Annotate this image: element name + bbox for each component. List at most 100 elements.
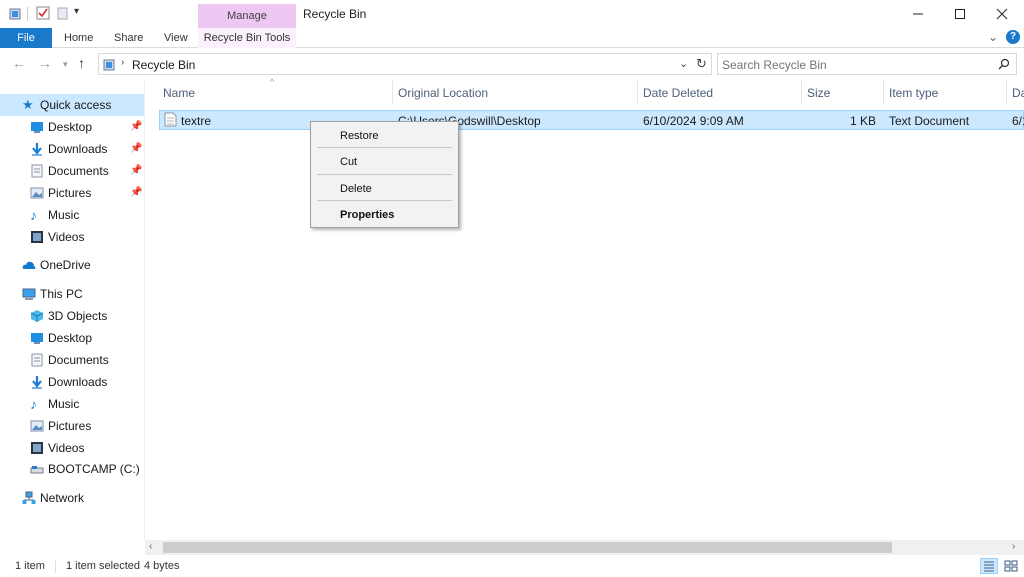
- address-bar[interactable]: › Recycle Bin ⌄ ↻: [98, 53, 712, 75]
- sidebar-item-this-pc[interactable]: This PC: [22, 284, 83, 304]
- pin-icon[interactable]: 📌: [130, 165, 142, 176]
- file-date-modified: 6/1: [1012, 114, 1024, 128]
- minimize-icon[interactable]: [896, 0, 940, 28]
- scroll-left-icon[interactable]: ‹: [149, 541, 152, 552]
- sidebar-item-pc-videos[interactable]: Videos: [30, 438, 84, 458]
- search-input[interactable]: [722, 57, 992, 72]
- column-header-name[interactable]: Name: [163, 86, 195, 100]
- column-header-size[interactable]: Size: [807, 86, 830, 100]
- music-note-icon: ♪: [30, 396, 37, 412]
- properties-check-icon[interactable]: [36, 6, 50, 20]
- sidebar-item-label: BOOTCAMP (C:): [48, 462, 140, 476]
- sidebar-item-label: This PC: [40, 287, 83, 301]
- pin-icon[interactable]: 📌: [130, 187, 142, 198]
- sidebar-item-3d-objects[interactable]: 3D Objects: [30, 306, 107, 326]
- recent-locations-icon[interactable]: ▾: [63, 59, 68, 70]
- delete-menu-item[interactable]: Delete: [340, 183, 372, 195]
- refresh-icon[interactable]: ↻: [696, 56, 707, 72]
- sidebar-item-onedrive[interactable]: OneDrive: [22, 255, 91, 275]
- music-note-icon: ♪: [30, 207, 37, 223]
- qa-customize-icon[interactable]: ▾: [74, 6, 79, 17]
- scroll-right-icon[interactable]: ›: [1012, 541, 1015, 552]
- column-header-date-deleted[interactable]: Date Deleted: [643, 86, 713, 100]
- column-divider[interactable]: [637, 80, 638, 104]
- sidebar-item-downloads[interactable]: Downloads: [30, 139, 107, 159]
- file-size: 1 KB: [849, 114, 876, 128]
- column-header-item-type[interactable]: Item type: [889, 86, 938, 100]
- column-divider[interactable]: [801, 80, 802, 104]
- help-icon[interactable]: ?: [1006, 30, 1020, 44]
- scrollbar-thumb[interactable]: [163, 542, 892, 553]
- star-icon: ★: [22, 97, 34, 112]
- pin-icon[interactable]: 📌: [130, 143, 142, 154]
- sidebar-item-pc-downloads[interactable]: Downloads: [30, 372, 107, 392]
- column-divider[interactable]: [883, 80, 884, 104]
- address-dropdown-icon[interactable]: ⌄: [679, 57, 688, 70]
- back-icon[interactable]: ←: [12, 55, 26, 71]
- status-divider: [55, 560, 56, 573]
- sidebar-item-label: Documents: [48, 164, 109, 178]
- title-bar: [0, 0, 1024, 28]
- sidebar-item-label: Quick access: [40, 98, 112, 112]
- file-tab[interactable]: File: [0, 28, 52, 48]
- desktop-icon: [31, 122, 43, 133]
- search-box[interactable]: [717, 53, 1017, 75]
- breadcrumb[interactable]: Recycle Bin: [132, 58, 195, 72]
- column-header-original-location[interactable]: Original Location: [398, 86, 488, 100]
- sidebar-item-label: Pictures: [48, 186, 92, 200]
- breadcrumb-chevron-icon[interactable]: ›: [121, 57, 124, 68]
- sidebar-item-music[interactable]: ♪ Music: [30, 205, 79, 225]
- sidebar-item-pc-documents[interactable]: Documents: [30, 350, 109, 370]
- search-icon[interactable]: [998, 58, 1010, 70]
- sidebar-item-desktop[interactable]: Desktop: [30, 117, 92, 137]
- videos-icon: [31, 231, 43, 243]
- restore-menu-item[interactable]: Restore: [340, 130, 379, 142]
- manage-tab[interactable]: Manage: [198, 4, 296, 28]
- recycle-bin-icon: [103, 59, 115, 71]
- sidebar-item-label: Music: [48, 208, 80, 222]
- home-tab[interactable]: Home: [64, 28, 93, 48]
- desktop-icon: [31, 333, 43, 344]
- pictures-icon: [30, 420, 44, 432]
- recycle-bin-icon[interactable]: [8, 6, 22, 20]
- column-divider[interactable]: [1006, 80, 1007, 104]
- file-name[interactable]: textre: [181, 114, 211, 128]
- new-folder-icon[interactable]: [56, 6, 70, 20]
- pin-icon[interactable]: 📌: [130, 121, 142, 132]
- column-header-date-modified[interactable]: Da: [1012, 86, 1024, 100]
- column-divider[interactable]: [392, 80, 393, 104]
- menu-separator: [317, 174, 452, 175]
- sort-ascending-icon: ^: [270, 77, 275, 87]
- download-arrow-icon: [32, 376, 42, 389]
- maximize-icon[interactable]: [938, 0, 982, 28]
- sidebar-item-documents[interactable]: Documents: [30, 161, 109, 181]
- close-icon[interactable]: [980, 0, 1024, 28]
- cut-menu-item[interactable]: Cut: [340, 156, 357, 168]
- window-title: Recycle Bin: [303, 7, 367, 21]
- properties-menu-item[interactable]: Properties: [340, 209, 394, 221]
- sidebar-item-label: Pictures: [48, 419, 92, 433]
- sidebar-item-pc-music[interactable]: ♪ Music: [30, 394, 79, 414]
- sidebar-item-pictures[interactable]: Pictures: [30, 183, 91, 203]
- up-icon[interactable]: ↑: [78, 55, 85, 71]
- file-item-type: Text Document: [889, 114, 970, 128]
- documents-icon: [31, 353, 43, 367]
- pictures-icon: [30, 187, 44, 199]
- sidebar-item-pc-desktop[interactable]: Desktop: [30, 328, 92, 348]
- sidebar-item-videos[interactable]: Videos: [30, 227, 84, 247]
- sidebar-item-label: Desktop: [48, 331, 93, 345]
- large-icons-view-icon[interactable]: [1002, 558, 1020, 574]
- forward-icon[interactable]: →: [38, 55, 52, 71]
- details-view-icon[interactable]: [980, 558, 998, 574]
- sidebar-item-network[interactable]: Network: [22, 488, 84, 508]
- sidebar-item-label: Network: [40, 491, 85, 505]
- menu-separator: [317, 147, 452, 148]
- share-tab[interactable]: Share: [114, 28, 143, 48]
- sidebar-item-bootcamp[interactable]: BOOTCAMP (C:): [30, 459, 140, 479]
- view-tab[interactable]: View: [164, 28, 188, 48]
- expand-ribbon-icon[interactable]: ⌄: [988, 30, 998, 44]
- recycle-bin-tools-tab[interactable]: Recycle Bin Tools: [198, 28, 296, 48]
- sidebar-item-pc-pictures[interactable]: Pictures: [30, 416, 91, 436]
- videos-icon: [31, 442, 43, 454]
- sidebar-item-quick-access[interactable]: ★ Quick access: [22, 95, 111, 115]
